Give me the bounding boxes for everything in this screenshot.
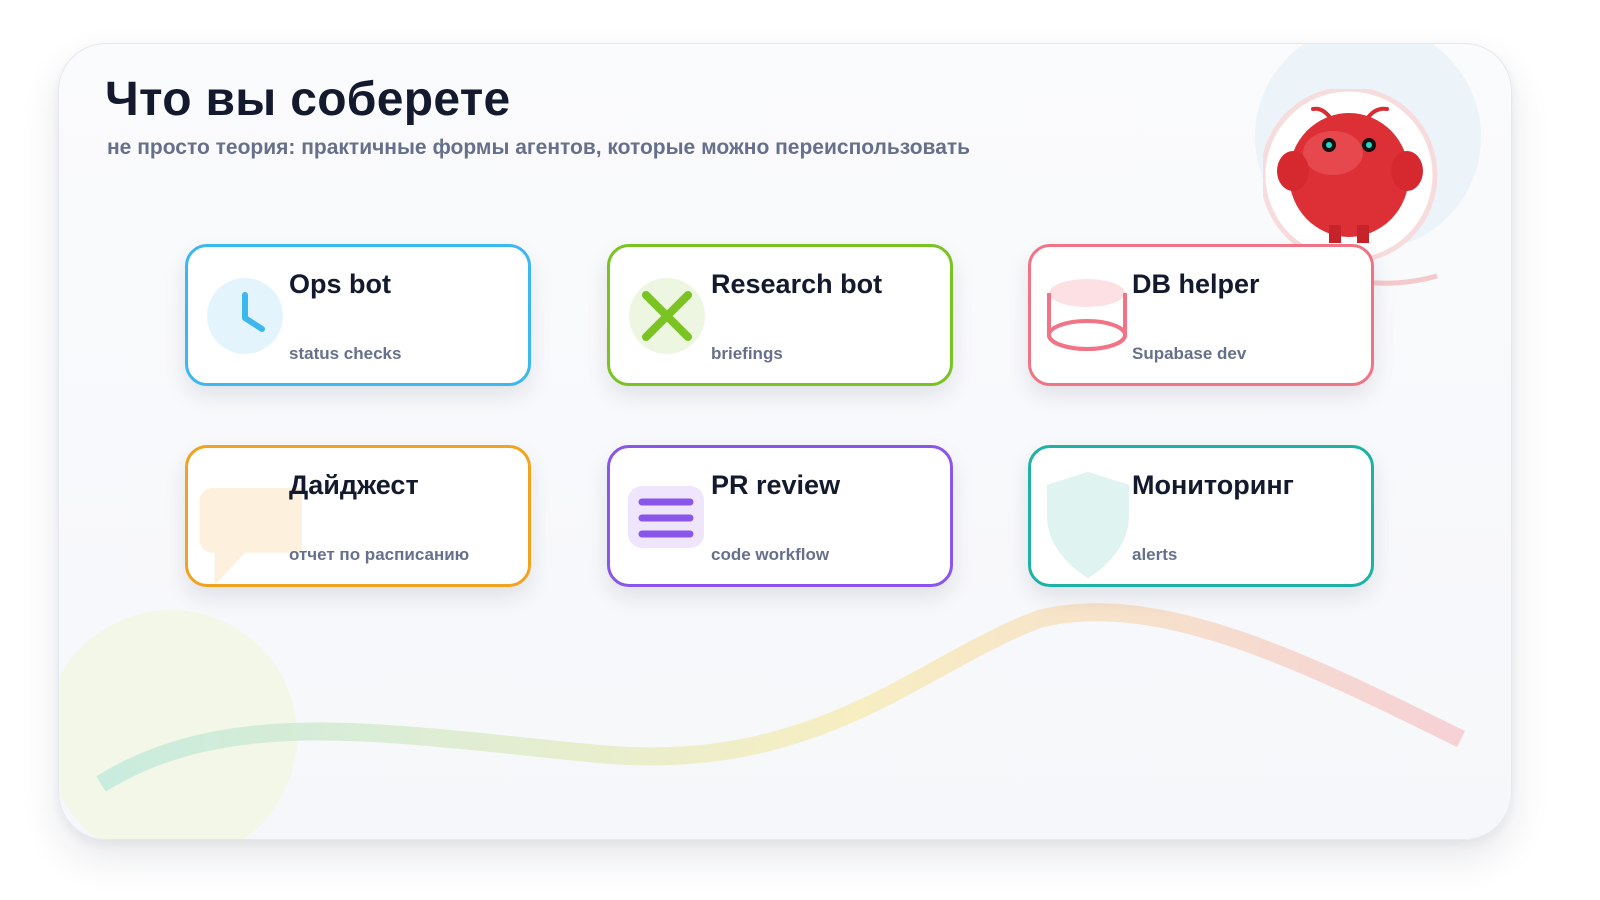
database-icon: [1047, 279, 1127, 351]
card-title: Ops bot: [289, 269, 391, 299]
card-monitoring[interactable]: Мониторинг alerts: [1028, 445, 1374, 587]
chat-bubble-icon: [199, 488, 302, 583]
card-description: briefings: [711, 344, 783, 363]
slide: Что вы соберете не просто теория: практи…: [58, 43, 1512, 840]
card-description: alerts: [1132, 545, 1178, 564]
card-description: Supabase dev: [1132, 344, 1247, 363]
card-db-helper[interactable]: DB helper Supabase dev: [1028, 244, 1374, 386]
card-title: DB helper: [1132, 269, 1260, 299]
card-title: PR review: [711, 470, 841, 500]
list-icon: [628, 486, 704, 548]
card-description: отчет по расписанию: [289, 545, 470, 564]
page-title: Что вы соберете: [105, 73, 511, 126]
cross-icon: [629, 278, 705, 354]
page-subtitle: не просто теория: практичные формы агент…: [107, 136, 971, 159]
card-description: status checks: [289, 344, 402, 363]
card-ops-bot[interactable]: Ops bot status checks: [185, 244, 531, 386]
card-description: code workflow: [711, 545, 830, 564]
shield-icon: [1046, 471, 1130, 579]
card-digest[interactable]: Дайджест отчет по расписанию: [185, 445, 531, 587]
card-title: Research bot: [711, 269, 883, 299]
card-research-bot[interactable]: Research bot briefings: [607, 244, 953, 386]
card-pr-review[interactable]: PR review code workflow: [607, 445, 953, 587]
card-title: Дайджест: [289, 470, 419, 500]
card-title: Мониторинг: [1132, 470, 1294, 500]
clock-icon: [207, 278, 283, 354]
